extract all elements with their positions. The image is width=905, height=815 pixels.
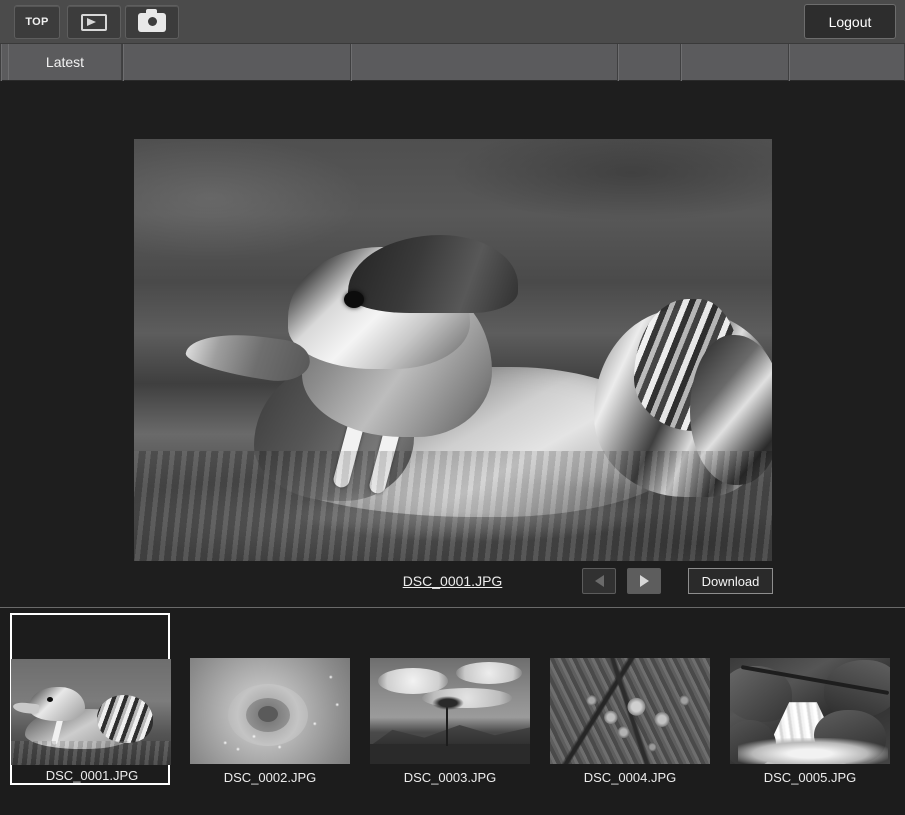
divider xyxy=(122,44,123,81)
download-button[interactable]: Download xyxy=(688,568,773,594)
divider xyxy=(0,44,1,81)
thumbnail-item[interactable]: DSC_0005.JPG xyxy=(730,613,890,785)
image-viewer-stage: DSC_0001.JPG Download xyxy=(0,81,905,607)
thumbnail-item[interactable]: DSC_0004.JPG xyxy=(550,613,710,785)
top-toolbar: TOP Logout xyxy=(0,0,905,44)
thumbnail-label: DSC_0001.JPG xyxy=(45,768,139,783)
thumbnail-image xyxy=(550,658,710,764)
tab-latest[interactable]: Latest xyxy=(8,44,122,80)
control-bar: Latest /1 16 xyxy=(0,44,905,120)
camera-icon xyxy=(138,8,166,32)
thumbnail-image xyxy=(11,659,171,765)
photo-mode-button[interactable] xyxy=(125,5,179,39)
tab-latest-label: Latest xyxy=(45,54,85,70)
thumbnail-strip: DSC_0001.JPG DSC_0002.JPG DSC_0003.JPG D… xyxy=(0,607,905,815)
chevron-left-icon xyxy=(594,575,604,587)
thumbnail-label: DSC_0003.JPG xyxy=(403,770,497,785)
current-file-label: DSC_0001.JPG xyxy=(402,573,503,589)
divider xyxy=(680,44,681,81)
movie-mode-button[interactable] xyxy=(67,5,121,39)
thumbnail-image xyxy=(370,658,530,764)
divider xyxy=(617,44,618,81)
thumbnail-item[interactable]: DSC_0002.JPG xyxy=(190,613,350,785)
thumbnail-item[interactable]: DSC_0001.JPG xyxy=(10,613,171,785)
main-image[interactable] xyxy=(134,139,772,561)
previous-image-button[interactable] xyxy=(582,568,616,594)
duck-eye xyxy=(344,291,364,308)
divider xyxy=(350,44,351,81)
divider xyxy=(788,44,789,81)
next-image-button[interactable] xyxy=(627,568,661,594)
thumbnail-image xyxy=(190,658,350,764)
water-highlight xyxy=(284,481,664,543)
thumbnail-label: DSC_0002.JPG xyxy=(223,770,317,785)
chevron-right-icon xyxy=(639,575,649,587)
thumbnail-label: DSC_0005.JPG xyxy=(763,770,857,785)
movie-icon xyxy=(81,13,107,31)
thumbnail-item[interactable]: DSC_0003.JPG xyxy=(370,613,530,785)
thumbnail-image xyxy=(730,658,890,764)
thumbnail-label: DSC_0004.JPG xyxy=(583,770,677,785)
top-button[interactable]: TOP xyxy=(14,5,60,39)
logout-button-label: Logout xyxy=(828,13,872,30)
logout-button[interactable]: Logout xyxy=(804,4,896,39)
download-button-label: Download xyxy=(701,573,760,589)
top-button-label: TOP xyxy=(25,16,49,28)
